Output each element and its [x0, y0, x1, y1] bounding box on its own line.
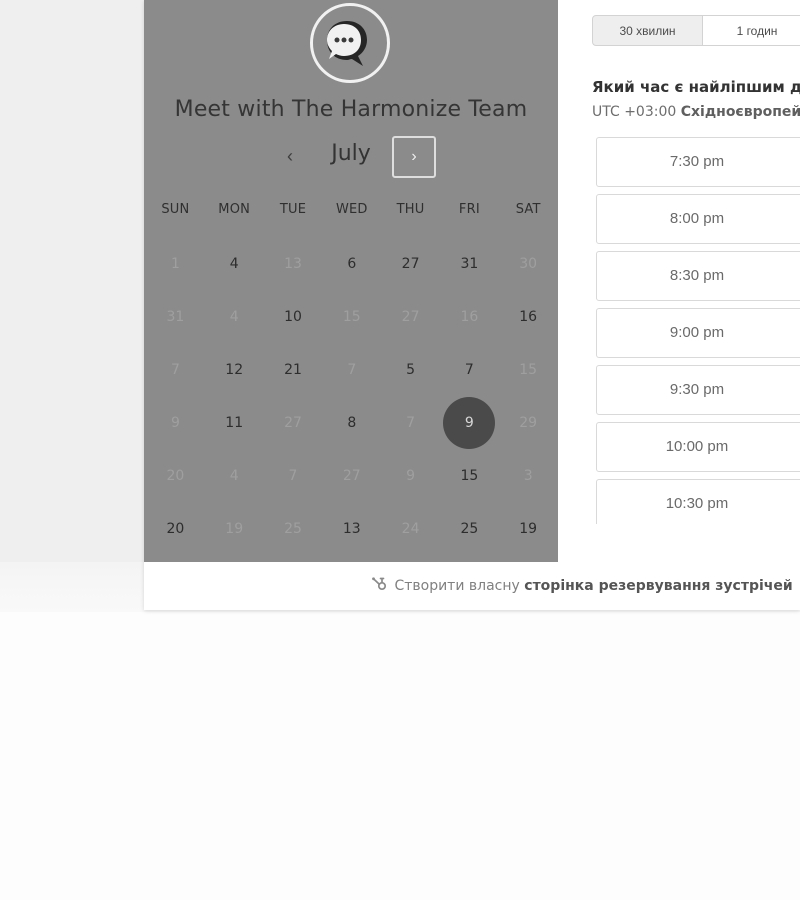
timezone-selector[interactable]: UTC +03:00 Східноєвропейсь — [592, 104, 800, 120]
calendar-week: 7 12 21 7 5 7 15 — [146, 351, 558, 389]
time-selection-panel: 30 хвилин 1 годин Який час є найліпшим д… — [558, 0, 800, 562]
selected-calendar-day[interactable]: 9 — [440, 397, 499, 449]
calendar-day[interactable]: 7 — [440, 351, 499, 389]
weekday-sat: SAT — [515, 202, 541, 217]
hubspot-sprocket-icon — [372, 577, 387, 591]
weekday-header: SUN MON TUE WED THU FRI SAT — [146, 202, 558, 222]
calendar-day[interactable]: 13 — [322, 510, 381, 548]
calendar-day: 15 — [342, 309, 361, 325]
calendar-day: 13 — [284, 256, 302, 272]
time-slot[interactable]: 9:30 pm — [596, 365, 800, 415]
previous-month-button[interactable]: ‹ — [273, 138, 307, 174]
time-slot[interactable]: 7:30 pm — [596, 137, 800, 187]
calendar-day[interactable]: 5 — [381, 351, 440, 389]
page-background-bottom — [0, 612, 800, 900]
chevron-left-icon: ‹ — [287, 146, 293, 166]
time-slot[interactable]: 9:00 pm — [596, 308, 800, 358]
footer-bold-text: сторінка резервування зустрічей — [524, 578, 793, 594]
booking-card: Meet with The Harmonize Team ‹ July › SU… — [144, 0, 800, 610]
calendar-day: 30 — [519, 256, 538, 272]
weekday-mon: MON — [218, 202, 251, 217]
meeting-title: Meet with The Harmonize Team — [174, 97, 528, 122]
calendar-day: 20 — [166, 468, 185, 484]
calendar-day[interactable]: 6 — [322, 245, 381, 283]
calendar-day[interactable]: 16 — [499, 298, 558, 336]
calendar-day[interactable]: 11 — [205, 404, 264, 442]
booking-footer: Створити власну сторінка резервування зу… — [144, 562, 800, 610]
create-booking-page-link[interactable]: Створити власну сторінка резервування зу… — [370, 576, 793, 594]
calendar-day[interactable]: 27 — [381, 245, 440, 283]
calendar-week: 9 11 27 8 7 9 29 — [146, 397, 558, 449]
calendar-day: 31 — [166, 309, 185, 325]
calendar-day[interactable]: 10 — [264, 298, 323, 336]
calendar-day: 29 — [519, 415, 538, 431]
calendar-day: 25 — [284, 521, 302, 537]
weekday-tue: TUE — [279, 202, 307, 217]
duration-tabs: 30 хвилин 1 годин — [592, 15, 800, 46]
calendar-day: 7 — [170, 362, 180, 378]
timezone-name: Східноєвропейсь — [680, 104, 800, 120]
calendar-day[interactable]: 19 — [499, 510, 558, 548]
calendar-day: 27 — [342, 468, 361, 484]
calendar-day: 24 — [401, 521, 420, 537]
calendar-day: 27 — [401, 309, 420, 325]
calendar-day[interactable]: 20 — [146, 510, 205, 548]
calendar-day: 1 — [170, 256, 180, 272]
calendar-week: 1 4 13 6 27 31 30 — [146, 245, 558, 283]
calendar-week: 20 19 25 13 24 25 19 — [146, 510, 558, 548]
weekday-wed: WED — [335, 202, 368, 217]
time-slot[interactable]: 10:00 pm — [596, 422, 800, 472]
calendar-day[interactable]: 4 — [205, 245, 264, 283]
calendar-day[interactable]: 21 — [264, 351, 323, 389]
calendar-day: 9 — [170, 415, 180, 431]
calendar-day: 27 — [284, 415, 302, 431]
calendar-day[interactable]: 8 — [322, 404, 381, 442]
time-slot[interactable]: 8:00 pm — [596, 194, 800, 244]
duration-tab-30-minutes[interactable]: 30 хвилин — [592, 15, 703, 46]
calendar-day: 19 — [225, 521, 244, 537]
calendar-day: 4 — [229, 468, 239, 484]
calendar-week: 31 4 10 15 27 16 16 — [146, 298, 558, 336]
calendar-day: 7 — [406, 415, 416, 431]
calendar-week: 20 4 7 27 9 15 3 — [146, 457, 558, 495]
duration-tab-1-hour[interactable]: 1 годин — [703, 15, 800, 46]
calendar-day: 7 — [347, 362, 357, 378]
footer-prefix: Створити власну — [394, 578, 520, 594]
calendar-day: 7 — [288, 468, 298, 484]
calendar-panel: Meet with The Harmonize Team ‹ July › SU… — [144, 0, 558, 562]
calendar-day: 9 — [406, 468, 416, 484]
month-label: July — [331, 141, 371, 166]
calendar-day: 4 — [229, 309, 239, 325]
calendar-day: 15 — [519, 362, 538, 378]
time-question: Який час є найліпшим дл — [592, 78, 800, 96]
chevron-right-icon: › — [411, 148, 417, 165]
calendar-grid: SUN MON TUE WED THU FRI SAT 1 4 13 6 27 … — [144, 188, 558, 562]
booking-page: Meet with The Harmonize Team ‹ July › SU… — [0, 0, 800, 900]
time-slot[interactable]: 10:30 pm — [596, 479, 800, 524]
weekday-sun: SUN — [161, 202, 190, 217]
calendar-day[interactable]: 15 — [440, 457, 499, 495]
weekday-fri: FRI — [458, 202, 480, 217]
weekday-thu: THU — [396, 202, 425, 217]
avatar — [310, 3, 390, 83]
next-month-button[interactable]: › — [392, 136, 436, 178]
month-navigation: ‹ July › — [144, 134, 558, 180]
time-slot[interactable]: 8:30 pm — [596, 251, 800, 301]
calendar-day: 16 — [460, 309, 479, 325]
calendar-day: 3 — [523, 468, 533, 484]
chat-bubble-icon — [327, 21, 367, 66]
timezone-offset: UTC +03:00 — [592, 104, 677, 120]
time-slot-list[interactable]: 7:30 pm 8:00 pm 8:30 pm 9:00 pm 9:30 pm … — [596, 137, 800, 524]
calendar-day[interactable]: 25 — [440, 510, 499, 548]
calendar-day[interactable]: 31 — [440, 245, 499, 283]
calendar-day[interactable]: 12 — [205, 351, 264, 389]
